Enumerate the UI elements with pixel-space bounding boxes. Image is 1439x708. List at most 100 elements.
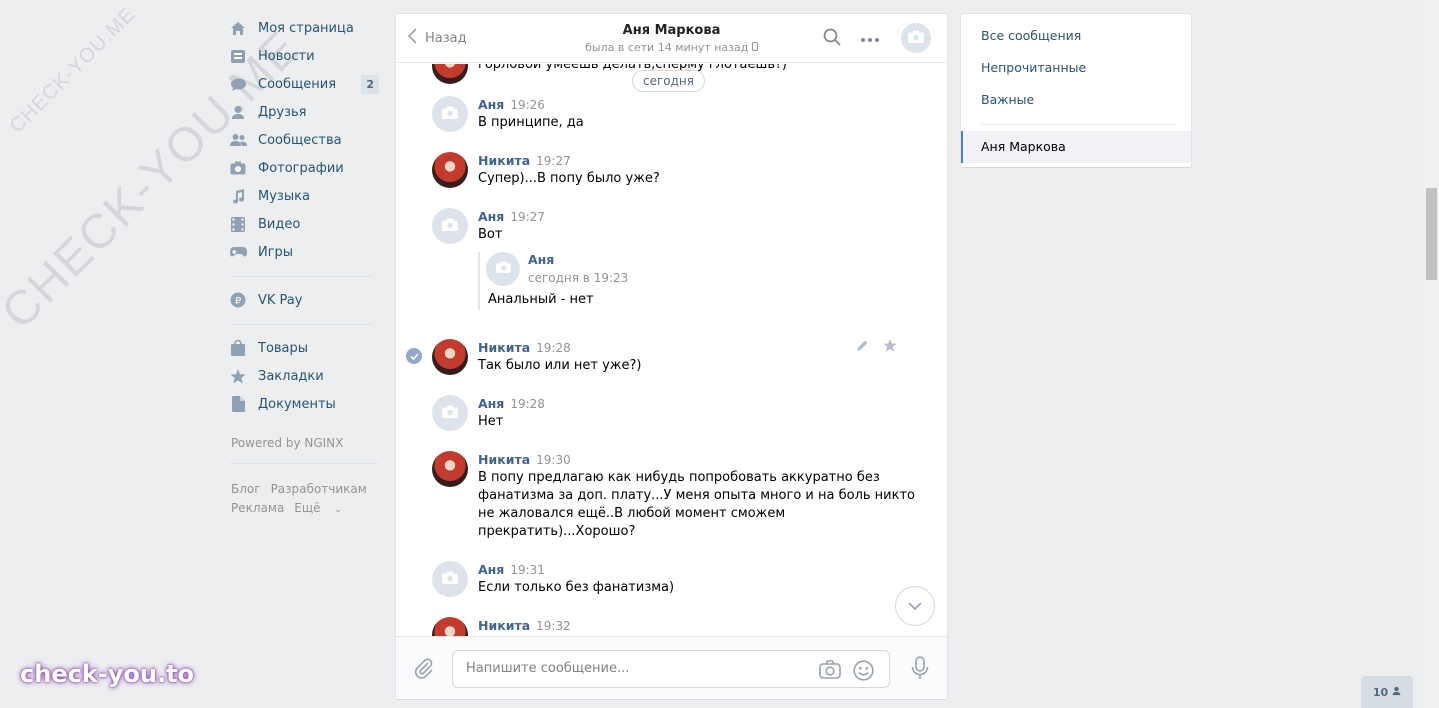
message-item[interactable]: Аня 19:26 В принципе, да bbox=[432, 96, 927, 132]
message-time: 19:27 bbox=[536, 154, 571, 168]
nav-video[interactable]: Видео bbox=[229, 210, 379, 238]
nav-photos[interactable]: Фотографии bbox=[229, 154, 379, 182]
filter-unread[interactable]: Непрочитанные bbox=[961, 52, 1191, 84]
message-author[interactable]: Аня bbox=[478, 97, 504, 112]
news-icon bbox=[229, 47, 247, 65]
camera-icon bbox=[908, 30, 924, 47]
message-input[interactable] bbox=[466, 661, 796, 676]
avatar[interactable] bbox=[432, 152, 468, 188]
left-sidebar: Моя страница Новости Сообщения 2 Друзья … bbox=[229, 14, 379, 520]
message-input-box[interactable] bbox=[452, 650, 890, 688]
message-actions bbox=[856, 339, 897, 356]
nav-groups[interactable]: Сообщества bbox=[229, 126, 379, 154]
nav-label: Сообщения bbox=[258, 76, 337, 92]
message-text: В принципе, да bbox=[478, 115, 584, 130]
footer-developers-link[interactable]: Разработчикам bbox=[271, 482, 367, 496]
star-icon[interactable] bbox=[883, 339, 897, 356]
avatar[interactable] bbox=[432, 395, 468, 431]
message-item[interactable]: Аня 19:31 Если только без фанатизма) bbox=[432, 561, 927, 597]
unread-badge: 2 bbox=[361, 74, 379, 94]
nav-friends[interactable]: Друзья bbox=[229, 98, 379, 126]
avatar[interactable] bbox=[432, 561, 468, 597]
message-item[interactable]: Аня 19:27 Вот Аня сегодня в 19:23 Анальный… bbox=[432, 208, 927, 310]
avatar[interactable] bbox=[432, 617, 468, 636]
filter-divider bbox=[981, 124, 1176, 125]
nav-music[interactable]: Музыка bbox=[229, 182, 379, 210]
selected-check-icon[interactable] bbox=[406, 348, 422, 364]
nav-shop[interactable]: Товары bbox=[229, 334, 379, 362]
attach-icon[interactable] bbox=[414, 657, 434, 683]
message-item[interactable]: Никита 19:28 Так было или нет уже?) bbox=[432, 339, 927, 375]
nav-label: Закладки bbox=[258, 368, 324, 384]
footer-links: Блог Разработчикам Реклама Ещё ⌄ bbox=[229, 463, 379, 520]
message-author[interactable]: Никита bbox=[478, 340, 530, 355]
message-time: 19:28 bbox=[510, 397, 545, 411]
message-item[interactable]: Аня 19:28 Нет bbox=[432, 395, 927, 431]
nav-documents[interactable]: Документы bbox=[229, 390, 379, 418]
nav-label: Видео bbox=[258, 216, 301, 232]
nav-divider bbox=[231, 324, 372, 325]
scrollbar-thumb[interactable] bbox=[1426, 188, 1437, 280]
message-author[interactable]: Аня bbox=[478, 562, 504, 577]
forwarded-message[interactable]: Аня сегодня в 19:23 Анальный - нет bbox=[478, 252, 927, 310]
footer-ads-link[interactable]: Реклама bbox=[231, 501, 284, 515]
message-author[interactable]: Аня bbox=[478, 396, 504, 411]
message-author[interactable]: Никита bbox=[478, 452, 530, 467]
filter-all-messages[interactable]: Все сообщения bbox=[961, 20, 1191, 52]
message-item[interactable]: Никита 19:27 Супер)...В попу было уже? bbox=[432, 152, 927, 188]
scroll-down-button[interactable] bbox=[895, 586, 935, 626]
message-line: В попу предлагаю как нибудь попробовать … bbox=[478, 470, 880, 485]
camera-icon[interactable] bbox=[819, 660, 841, 683]
peer-status-text: была в сети 14 минут назад bbox=[585, 41, 749, 54]
powered-by: Powered by NGINX bbox=[231, 436, 344, 450]
forward-date: сегодня в 19:23 bbox=[528, 271, 629, 285]
messages-icon bbox=[229, 75, 247, 93]
footer-more-link[interactable]: Ещё ⌄ bbox=[294, 501, 352, 515]
emoji-icon[interactable] bbox=[853, 660, 874, 685]
message-time: 19:26 bbox=[510, 98, 545, 112]
filter-important[interactable]: Важные bbox=[961, 84, 1191, 116]
footer-blog-link[interactable]: Блог bbox=[231, 482, 261, 496]
more-icon[interactable] bbox=[860, 32, 880, 47]
nav-games[interactable]: Игры bbox=[229, 238, 379, 266]
peer-avatar[interactable] bbox=[901, 23, 931, 53]
nav-messages[interactable]: Сообщения 2 bbox=[229, 70, 379, 98]
avatar[interactable] bbox=[432, 451, 468, 487]
message-author[interactable]: Никита bbox=[478, 153, 530, 168]
nav-label: Новости bbox=[258, 48, 315, 64]
message-line: фанатизма за доп. плату...У меня опыта м… bbox=[478, 488, 915, 503]
online-count: 10 bbox=[1372, 685, 1389, 699]
nav-news[interactable]: Новости bbox=[229, 42, 379, 70]
avatar[interactable] bbox=[432, 339, 468, 375]
edit-icon[interactable] bbox=[856, 339, 869, 356]
search-icon[interactable] bbox=[823, 28, 841, 50]
microphone-icon[interactable] bbox=[911, 656, 929, 684]
message-time: 19:32 bbox=[536, 619, 571, 633]
message-item[interactable]: Никита 19:32 bbox=[432, 617, 927, 636]
shop-icon bbox=[229, 339, 247, 357]
avatar[interactable] bbox=[432, 208, 468, 244]
message-author[interactable]: Аня bbox=[478, 209, 504, 224]
message-time: 19:30 bbox=[536, 453, 571, 467]
conversation-tab-selected[interactable]: Аня Маркова bbox=[961, 131, 1191, 163]
nav-my-page[interactable]: Моя страница bbox=[229, 14, 379, 42]
watermark-small: CHECK-YOU.ME bbox=[5, 3, 140, 138]
svg-text:₽: ₽ bbox=[235, 296, 242, 307]
document-icon bbox=[229, 395, 247, 413]
camera-icon bbox=[442, 571, 458, 588]
nav-bookmarks[interactable]: Закладки bbox=[229, 362, 379, 390]
nav-label: Музыка bbox=[258, 188, 310, 204]
avatar[interactable] bbox=[432, 96, 468, 132]
message-text: Так было или нет уже?) bbox=[478, 358, 642, 373]
message-author[interactable]: Никита bbox=[478, 618, 530, 633]
music-icon bbox=[229, 187, 247, 205]
avatar[interactable] bbox=[486, 252, 520, 286]
forward-author[interactable]: Аня bbox=[528, 252, 628, 267]
online-friends-button[interactable]: 10 bbox=[1361, 676, 1413, 708]
message-text: Вот bbox=[478, 227, 503, 242]
page-scrollbar[interactable] bbox=[1424, 0, 1439, 708]
message-item[interactable]: Никита 19:30 В попу предлагаю как нибудь … bbox=[432, 451, 927, 541]
messages-filter-panel: Все сообщения Непрочитанные Важные Аня М… bbox=[961, 14, 1191, 167]
camera-icon bbox=[495, 261, 511, 277]
nav-vkpay[interactable]: ₽ VK Pay bbox=[229, 286, 379, 314]
